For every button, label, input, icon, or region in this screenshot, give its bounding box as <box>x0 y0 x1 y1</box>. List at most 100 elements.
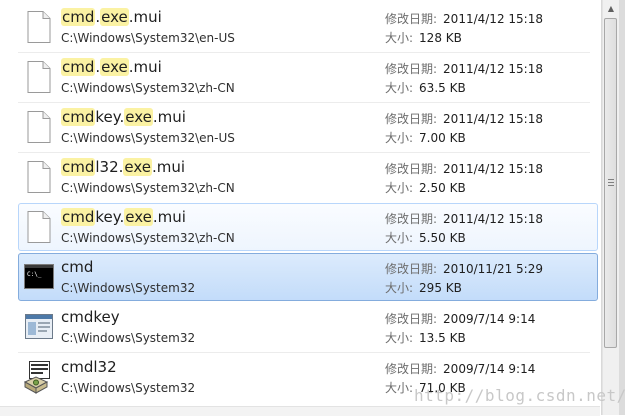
file-name: cmdl32.exe.mui <box>61 157 185 177</box>
name-match-highlight: exe <box>123 158 153 176</box>
file-size: 大小: 7.00 KB <box>385 130 466 146</box>
name-part: .mui <box>152 108 186 126</box>
modified-label: 修改日期: <box>385 112 438 126</box>
file-name: cmdl32 <box>61 357 117 377</box>
file-size: 大小: 295 KB <box>385 280 462 296</box>
modified-value: 2010/11/21 5:29 <box>443 262 543 276</box>
file-path: C:\Windows\System32 <box>61 381 196 395</box>
size-value: 7.00 KB <box>419 131 466 145</box>
file-size: 大小: 5.50 KB <box>385 230 466 246</box>
name-match-highlight: cmd <box>61 158 96 176</box>
result-row[interactable]: cmdkey C:\Windows\System32 修改日期: 2009/7/14 … <box>18 303 598 351</box>
search-results-list: cmd.exe.mui C:\Windows\System32\en-US 修改日期… <box>0 0 602 415</box>
blank-file-icon <box>23 60 55 94</box>
size-label: 大小: <box>385 381 414 395</box>
file-path: C:\Windows\System32\zh-CN <box>61 231 235 245</box>
modified-value: 2009/7/14 9:14 <box>443 362 536 376</box>
vertical-scrollbar[interactable]: ▲ <box>602 0 619 415</box>
modified-date: 修改日期: 2010/11/21 5:29 <box>385 261 543 277</box>
dialer-app-icon <box>23 360 55 394</box>
scrollbar-thumb[interactable] <box>604 18 617 348</box>
file-size: 大小: 128 KB <box>385 30 462 46</box>
name-match-highlight: exe <box>100 8 129 26</box>
file-name: cmdkey.exe.mui <box>61 107 186 127</box>
file-path: C:\Windows\System32\zh-CN <box>61 181 235 195</box>
size-label: 大小: <box>385 231 414 245</box>
blank-file-icon <box>23 110 55 144</box>
name-part: .mui <box>128 8 162 26</box>
result-row[interactable]: cmdl32.exe.mui C:\Windows\System32\zh-CN 修… <box>18 153 598 201</box>
name-part: key. <box>95 108 125 126</box>
blank-file-icon <box>23 10 55 44</box>
size-value: 128 KB <box>419 31 462 45</box>
name-match-highlight: cmd <box>61 108 96 126</box>
result-row[interactable]: cmd.exe.mui C:\Windows\System32\zh-CN 修改日期… <box>18 53 598 101</box>
result-row[interactable]: cmd.exe.mui C:\Windows\System32\en-US 修改日期… <box>18 3 598 51</box>
name-match-highlight: cmd <box>61 208 96 226</box>
result-row[interactable]: C:\_ cmd C:\Windows\System32 修改日期: 2010/11/2… <box>18 253 598 301</box>
size-label: 大小: <box>385 281 414 295</box>
modified-date: 修改日期: 2009/7/14 9:14 <box>385 361 535 377</box>
blank-file-icon <box>23 210 55 244</box>
size-value: 5.50 KB <box>419 231 466 245</box>
name-part: key. <box>95 208 125 226</box>
modified-value: 2011/4/12 15:18 <box>443 112 543 126</box>
size-label: 大小: <box>385 81 414 95</box>
modified-value: 2011/4/12 15:18 <box>443 12 543 26</box>
file-path: C:\Windows\System32 <box>61 281 196 295</box>
name-part: cmdl32 <box>61 358 117 376</box>
modified-label: 修改日期: <box>385 162 438 176</box>
window-right-edge <box>619 0 625 415</box>
name-match-highlight: exe <box>124 208 153 226</box>
file-name: cmd <box>61 257 93 277</box>
modified-value: 2009/7/14 9:14 <box>443 312 536 326</box>
size-label: 大小: <box>385 31 414 45</box>
modified-date: 修改日期: 2011/4/12 15:18 <box>385 111 543 127</box>
name-part: cmdkey <box>61 308 120 326</box>
modified-value: 2011/4/12 15:18 <box>443 212 543 226</box>
name-match-highlight: exe <box>124 108 153 126</box>
modified-label: 修改日期: <box>385 12 438 26</box>
svg-text:C:\_: C:\_ <box>27 271 42 278</box>
size-label: 大小: <box>385 131 414 145</box>
modified-date: 修改日期: 2011/4/12 15:18 <box>385 161 543 177</box>
modified-date: 修改日期: 2011/4/12 15:18 <box>385 211 543 227</box>
file-name: cmdkey.exe.mui <box>61 207 186 227</box>
file-name: cmd.exe.mui <box>61 57 162 77</box>
file-path: C:\Windows\System32\en-US <box>61 131 235 145</box>
file-path: C:\Windows\System32\en-US <box>61 31 235 45</box>
name-match-highlight: cmd <box>61 58 96 76</box>
scroll-up-arrow-icon[interactable]: ▲ <box>603 0 619 17</box>
modified-date: 修改日期: 2011/4/12 15:18 <box>385 61 543 77</box>
name-match-highlight: cmd <box>61 8 96 26</box>
modified-label: 修改日期: <box>385 312 438 326</box>
name-part: cmd <box>61 258 94 276</box>
name-part: .mui <box>152 158 186 176</box>
modified-date: 修改日期: 2011/4/12 15:18 <box>385 11 543 27</box>
scrollbar-grip-icon <box>608 179 614 186</box>
result-row[interactable]: cmdkey.exe.mui C:\Windows\System32\zh-CN 修… <box>18 203 598 251</box>
name-match-highlight: exe <box>100 58 129 76</box>
size-label: 大小: <box>385 181 414 195</box>
window-app-icon <box>23 310 55 344</box>
modified-value: 2011/4/12 15:18 <box>443 162 543 176</box>
file-name: cmdkey <box>61 307 120 327</box>
watermark: http://blog.csdn.net/ <box>414 386 625 405</box>
file-size: 大小: 2.50 KB <box>385 180 466 196</box>
console-app-icon: C:\_ <box>23 260 55 294</box>
name-part: .mui <box>128 58 162 76</box>
modified-label: 修改日期: <box>385 262 438 276</box>
size-value: 63.5 KB <box>419 81 466 95</box>
modified-label: 修改日期: <box>385 212 438 226</box>
blank-file-icon <box>23 160 55 194</box>
file-size: 大小: 63.5 KB <box>385 80 466 96</box>
modified-date: 修改日期: 2009/7/14 9:14 <box>385 311 535 327</box>
size-value: 2.50 KB <box>419 181 466 195</box>
file-path: C:\Windows\System32\zh-CN <box>61 81 235 95</box>
name-part: .mui <box>152 208 186 226</box>
file-size: 大小: 13.5 KB <box>385 330 466 346</box>
result-row[interactable]: cmdkey.exe.mui C:\Windows\System32\en-US 修… <box>18 103 598 151</box>
size-label: 大小: <box>385 331 414 345</box>
modified-value: 2011/4/12 15:18 <box>443 62 543 76</box>
file-path: C:\Windows\System32 <box>61 331 196 345</box>
